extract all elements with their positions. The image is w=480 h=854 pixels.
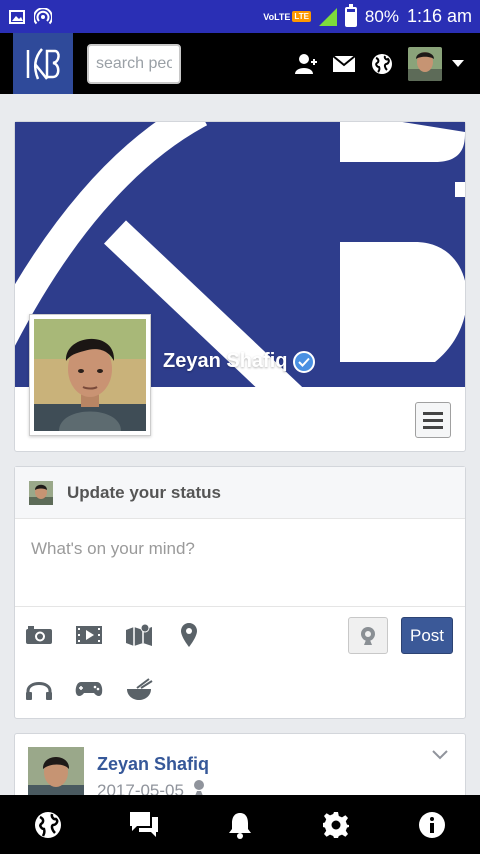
- status-textarea[interactable]: What's on your mind?: [15, 519, 465, 607]
- info-icon[interactable]: [416, 809, 448, 841]
- map-icon[interactable]: [125, 621, 153, 649]
- food-bowl-icon[interactable]: [125, 675, 153, 703]
- mail-icon[interactable]: [332, 52, 356, 76]
- chevron-down-icon[interactable]: [431, 748, 449, 766]
- chat-icon[interactable]: [128, 809, 160, 841]
- add-friend-icon[interactable]: [294, 52, 318, 76]
- kb-logo[interactable]: [13, 33, 73, 94]
- webcam-button[interactable]: [348, 617, 388, 654]
- location-pin-icon[interactable]: [175, 621, 203, 649]
- video-icon[interactable]: [75, 621, 103, 649]
- user-avatar[interactable]: [408, 46, 442, 81]
- gamepad-icon[interactable]: [75, 675, 103, 703]
- hamburger-menu-button[interactable]: [415, 402, 451, 438]
- chevron-down-icon[interactable]: [452, 60, 464, 67]
- search-input[interactable]: [87, 43, 181, 84]
- battery-icon: [344, 3, 357, 27]
- verified-icon: [293, 350, 316, 373]
- profile-name[interactable]: Zeyan Shafiq: [163, 350, 316, 373]
- camera-icon[interactable]: [25, 621, 53, 649]
- globe-icon[interactable]: [370, 52, 394, 76]
- bell-icon[interactable]: [224, 809, 256, 841]
- post-button[interactable]: Post: [401, 617, 453, 654]
- composer-title: Update your status: [67, 482, 221, 502]
- battery-percent: 80%: [364, 6, 399, 26]
- hotspot-icon: [34, 7, 52, 26]
- composer-header: Update your status: [15, 467, 465, 519]
- composer-avatar: [29, 480, 53, 505]
- signal-icon: [318, 7, 337, 26]
- image-notification-icon: [8, 8, 26, 26]
- bottom-navigation: [0, 795, 480, 854]
- profile-header-card: Zeyan Shafiq: [14, 121, 466, 452]
- clock: 1:16 am: [406, 6, 472, 26]
- composer-toolbar: Post: [15, 607, 465, 717]
- lte-badge: LTE: [292, 11, 311, 22]
- profile-picture[interactable]: [29, 314, 151, 436]
- status-composer: Update your status What's on your mind?: [14, 466, 466, 719]
- webcam-icon: [361, 626, 375, 645]
- globe-icon[interactable]: [32, 809, 64, 841]
- gear-icon[interactable]: [320, 809, 352, 841]
- volte-indicator: VoLTE LTE: [263, 11, 311, 22]
- hamburger-menu-icon: [423, 411, 443, 415]
- top-navigation: [0, 33, 480, 94]
- android-status-bar: VoLTE LTE 80% 1:16 am: [0, 0, 480, 33]
- headphones-icon[interactable]: [25, 675, 53, 703]
- profile-name-text: Zeyan Shafiq: [163, 350, 288, 372]
- post-author-name[interactable]: Zeyan Shafiq: [97, 754, 209, 775]
